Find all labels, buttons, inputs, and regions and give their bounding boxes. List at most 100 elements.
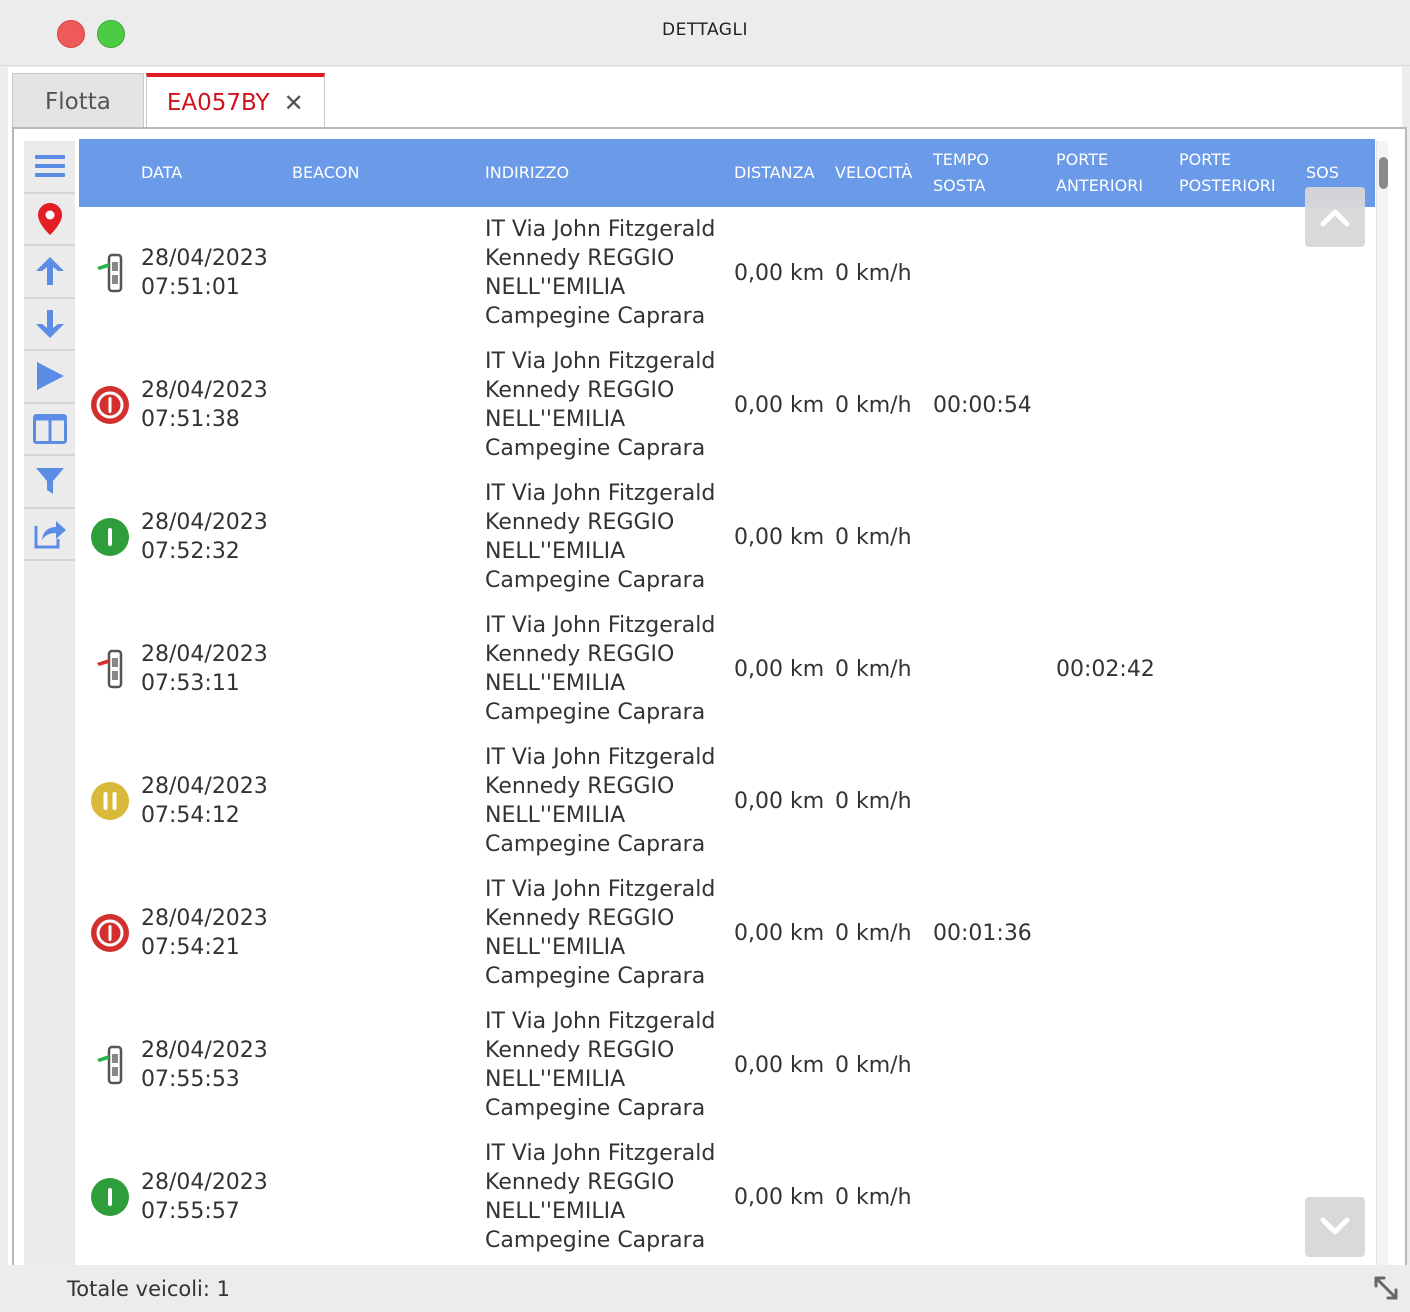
date-text: 28/04/2023 [141,378,268,403]
event-icon-cell [85,735,135,867]
date-text: 28/04/2023 [141,906,268,931]
engine-on-icon [91,518,129,556]
speed-cell: 0 km/h [835,260,912,286]
header-data[interactable]: DATA [141,139,182,207]
map-button[interactable] [24,194,75,246]
address-line: NELL''EMILIA [485,407,626,432]
table-row[interactable]: 28/04/2023 07:52:32 IT Via John Fitzgeral… [79,471,1375,603]
scroll-down-button[interactable] [24,299,75,351]
event-icon-cell [85,207,135,339]
total-vehicles-text: Totale veicoli: 1 [67,1277,230,1301]
address-line: Kennedy REGGIO [485,1038,675,1063]
address-cell: IT Via John Fitzgerald Kennedy REGGIO NELL… [485,867,725,999]
speed-cell: 0 km/h [835,788,912,814]
address-line: NELL''EMILIA [485,539,626,564]
resize-icon[interactable] [1372,1274,1400,1306]
address-cell: IT Via John Fitzgerald Kennedy REGGIO NELL… [485,735,725,867]
distance-cell: 0,00 km [734,260,825,286]
front-doors-cell [1056,735,1166,867]
header-tempo-sosta-line1: TEMPO [933,150,989,169]
door-open-green-icon [97,253,123,293]
arrow-down-icon [35,309,64,338]
chevron-down-icon [1320,1217,1350,1235]
time-text: 07:54:21 [141,935,240,960]
table-header: DATA BEACON INDIRIZZO DISTANZA VELOCITÀ … [79,139,1375,207]
address-line: NELL''EMILIA [485,803,626,828]
stop-time-cell [933,999,1043,1131]
columns-button[interactable] [24,404,75,456]
tab-flotta[interactable]: Flotta [12,73,144,129]
menu-icon [34,155,65,178]
date-text: 28/04/2023 [141,642,268,667]
table-row[interactable]: 28/04/2023 07:55:57 IT Via John Fitzgeral… [79,1131,1375,1263]
menu-button[interactable] [24,141,75,194]
address-cell: IT Via John Fitzgerald Kennedy REGGIO NELL… [485,207,725,339]
export-button[interactable] [24,509,75,561]
front-doors-cell [1056,999,1166,1131]
header-indirizzo[interactable]: INDIRIZZO [485,139,569,207]
speed-cell: 0 km/h [835,656,912,682]
speed-cell: 0 km/h [835,920,912,946]
play-icon [36,362,64,391]
table-row[interactable]: 28/04/2023 07:53:11 IT Via John Fitzgeral… [79,603,1375,735]
date-cell: 28/04/2023 07:52:32 [141,471,291,603]
date-cell: 28/04/2023 07:54:12 [141,735,291,867]
scroll-bottom-button[interactable] [1305,1197,1365,1257]
date-text: 28/04/2023 [141,1170,268,1195]
pause-icon [91,782,129,820]
event-icon-cell [85,1131,135,1263]
header-tempo-sosta[interactable]: TEMPO SOSTA [933,139,989,207]
door-open-green-icon [97,1045,123,1085]
address-line: Campegine Caprara [485,304,706,329]
table-row[interactable]: 28/04/2023 07:54:12 IT Via John Fitzgeral… [79,735,1375,867]
filter-button[interactable] [24,456,75,509]
map-pin-icon [37,202,62,235]
front-doors-cell: 00:02:42 [1056,656,1155,682]
table-row[interactable]: 28/04/2023 07:54:21 IT Via John Fitzgeral… [79,867,1375,999]
engine-off-icon [91,386,129,424]
table-row[interactable]: 28/04/2023 07:51:38 IT Via John Fitzgeral… [79,339,1375,471]
play-button[interactable] [24,351,75,404]
share-icon [34,520,66,549]
address-cell: IT Via John Fitzgerald Kennedy REGGIO NELL… [485,1131,725,1263]
stop-time-cell [933,603,1043,735]
table-row[interactable]: 28/04/2023 07:55:53 IT Via John Fitzgeral… [79,999,1375,1131]
header-distanza[interactable]: DISTANZA [734,139,815,207]
date-cell: 28/04/2023 07:51:38 [141,339,291,471]
date-cell: 28/04/2023 07:53:11 [141,603,291,735]
address-line: Kennedy REGGIO [485,378,675,403]
distance-cell: 0,00 km [734,1184,825,1210]
stop-time-cell [933,735,1043,867]
table-body: 28/04/2023 07:51:01 IT Via John Fitzgeral… [79,207,1375,1263]
date-cell: 28/04/2023 07:55:57 [141,1131,291,1263]
address-line: Kennedy REGGIO [485,642,675,667]
header-velocita[interactable]: VELOCITÀ [835,139,912,207]
table-row[interactable]: 28/04/2023 07:51:01 IT Via John Fitzgeral… [79,207,1375,339]
columns-icon [32,413,67,444]
address-cell: IT Via John Fitzgerald Kennedy REGGIO NELL… [485,999,725,1131]
close-icon[interactable]: ✕ [284,89,304,117]
date-text: 28/04/2023 [141,510,268,535]
header-porte-anteriori[interactable]: PORTE ANTERIORI [1056,139,1143,207]
vertical-scrollbar[interactable] [1376,141,1388,1269]
engine-off-icon [91,914,129,952]
address-line: Kennedy REGGIO [485,1170,675,1195]
scroll-up-button[interactable] [24,246,75,299]
scrollbar-thumb[interactable] [1379,157,1388,189]
front-doors-cell [1056,1131,1166,1263]
event-icon-cell [85,603,135,735]
title-bar: DETTAGLI [0,0,1410,66]
address-line: Kennedy REGGIO [485,246,675,271]
tab-bar: Flotta EA057BY ✕ [12,73,325,129]
stop-time-cell [933,471,1043,603]
stop-time-cell: 00:01:36 [933,920,1032,946]
side-toolbar [24,141,75,1271]
address-line: Campegine Caprara [485,436,706,461]
distance-cell: 0,00 km [734,920,825,946]
arrow-up-icon [35,257,64,286]
distance-cell: 0,00 km [734,788,825,814]
tab-vehicle[interactable]: EA057BY ✕ [145,73,325,129]
header-porte-posteriori[interactable]: PORTE POSTERIORI [1179,139,1276,207]
scroll-top-button[interactable] [1305,187,1365,247]
header-beacon[interactable]: BEACON [292,139,359,207]
